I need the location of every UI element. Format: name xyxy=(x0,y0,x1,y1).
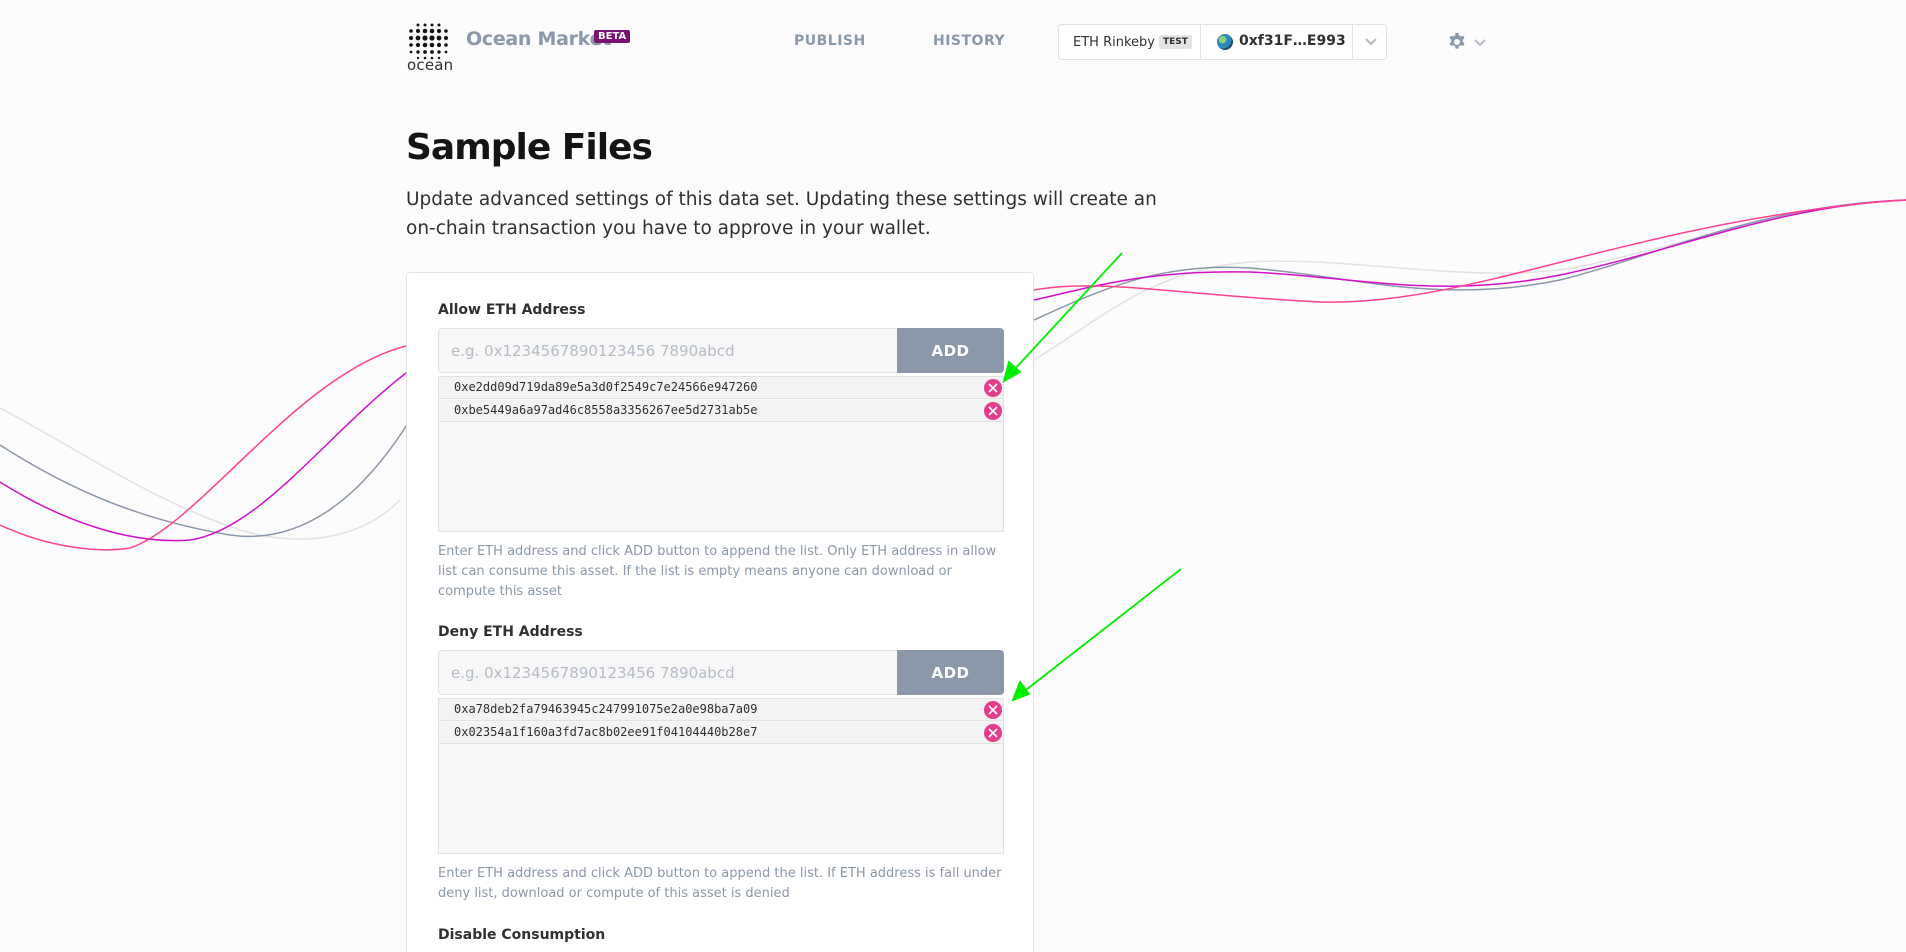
disable-consumption-label: Disable Consumption xyxy=(438,927,606,943)
brand-name[interactable]: Ocean Market xyxy=(466,28,611,50)
wallet-divider xyxy=(1200,25,1201,59)
allow-address-value: 0xe2dd09d719da89e5a3d0f2549c7e24566e9472… xyxy=(454,380,758,394)
remove-allow-address-button[interactable] xyxy=(984,379,1002,397)
deny-address-label: Deny ETH Address xyxy=(438,624,583,640)
page-title: Sample Files xyxy=(406,127,653,168)
page-intro: Update advanced settings of this data se… xyxy=(406,189,1157,239)
nav-publish[interactable]: PUBLISH xyxy=(794,33,866,49)
allow-add-button[interactable]: ADD xyxy=(897,328,1004,373)
list-item: 0xa78deb2fa79463945c247991075e2a0e98ba7a… xyxy=(439,699,1003,721)
beta-badge: BETA xyxy=(594,30,631,43)
close-icon xyxy=(988,383,998,393)
wallet-widget: ETH Rinkeby TEST 0xf31F…E993 xyxy=(1058,24,1387,60)
allow-address-input[interactable] xyxy=(438,328,897,373)
deny-add-button[interactable]: ADD xyxy=(897,650,1004,695)
deny-address-input[interactable] xyxy=(438,650,897,695)
allow-address-list: 0xe2dd09d719da89e5a3d0f2549c7e24566e9472… xyxy=(438,376,1004,532)
close-icon xyxy=(988,728,998,738)
allow-input-row: ADD xyxy=(438,328,1004,373)
network-test-badge: TEST xyxy=(1159,35,1192,49)
deny-address-list: 0xa78deb2fa79463945c247991075e2a0e98ba7a… xyxy=(438,698,1004,854)
gear-icon[interactable] xyxy=(1447,32,1467,52)
logo-wordmark: ocean xyxy=(407,56,454,74)
wallet-divider xyxy=(1352,25,1353,59)
page: ocean Ocean Market BETA PUBLISH HISTORY … xyxy=(0,0,1906,952)
close-icon xyxy=(988,406,998,416)
remove-deny-address-button[interactable] xyxy=(984,701,1002,719)
deny-input-row: ADD xyxy=(438,650,1004,695)
site-header: ocean Ocean Market BETA PUBLISH HISTORY … xyxy=(0,0,1906,80)
deny-address-value: 0xa78deb2fa79463945c247991075e2a0e98ba7a… xyxy=(454,702,758,716)
remove-allow-address-button[interactable] xyxy=(984,402,1002,420)
wallet-address[interactable]: 0xf31F…E993 xyxy=(1239,33,1346,49)
network-name: ETH Rinkeby xyxy=(1073,35,1155,50)
remove-deny-address-button[interactable] xyxy=(984,724,1002,742)
chevron-down-icon[interactable] xyxy=(1363,33,1379,49)
list-item: 0xe2dd09d719da89e5a3d0f2549c7e24566e9472… xyxy=(439,377,1003,399)
advanced-settings-form: Allow ETH Address ADD 0xe2dd09d719da89e5… xyxy=(406,272,1034,952)
close-icon xyxy=(988,705,998,715)
list-item: 0x02354a1f160a3fd7ac8b02ee91f04104440b28… xyxy=(439,722,1003,744)
allow-address-help: Enter ETH address and click ADD button t… xyxy=(438,544,997,599)
allow-address-label: Allow ETH Address xyxy=(438,302,586,318)
nav-history[interactable]: HISTORY xyxy=(933,33,1005,49)
deny-address-value: 0x02354a1f160a3fd7ac8b02ee91f04104440b28… xyxy=(454,725,758,739)
globe-icon xyxy=(1217,34,1233,50)
chevron-down-icon[interactable] xyxy=(1472,34,1488,50)
list-item: 0xbe5449a6a97ad46c8558a3356267ee5d2731ab… xyxy=(439,400,1003,422)
deny-address-help: Enter ETH address and click ADD button t… xyxy=(438,866,1002,901)
allow-address-value: 0xbe5449a6a97ad46c8558a3356267ee5d2731ab… xyxy=(454,403,758,417)
